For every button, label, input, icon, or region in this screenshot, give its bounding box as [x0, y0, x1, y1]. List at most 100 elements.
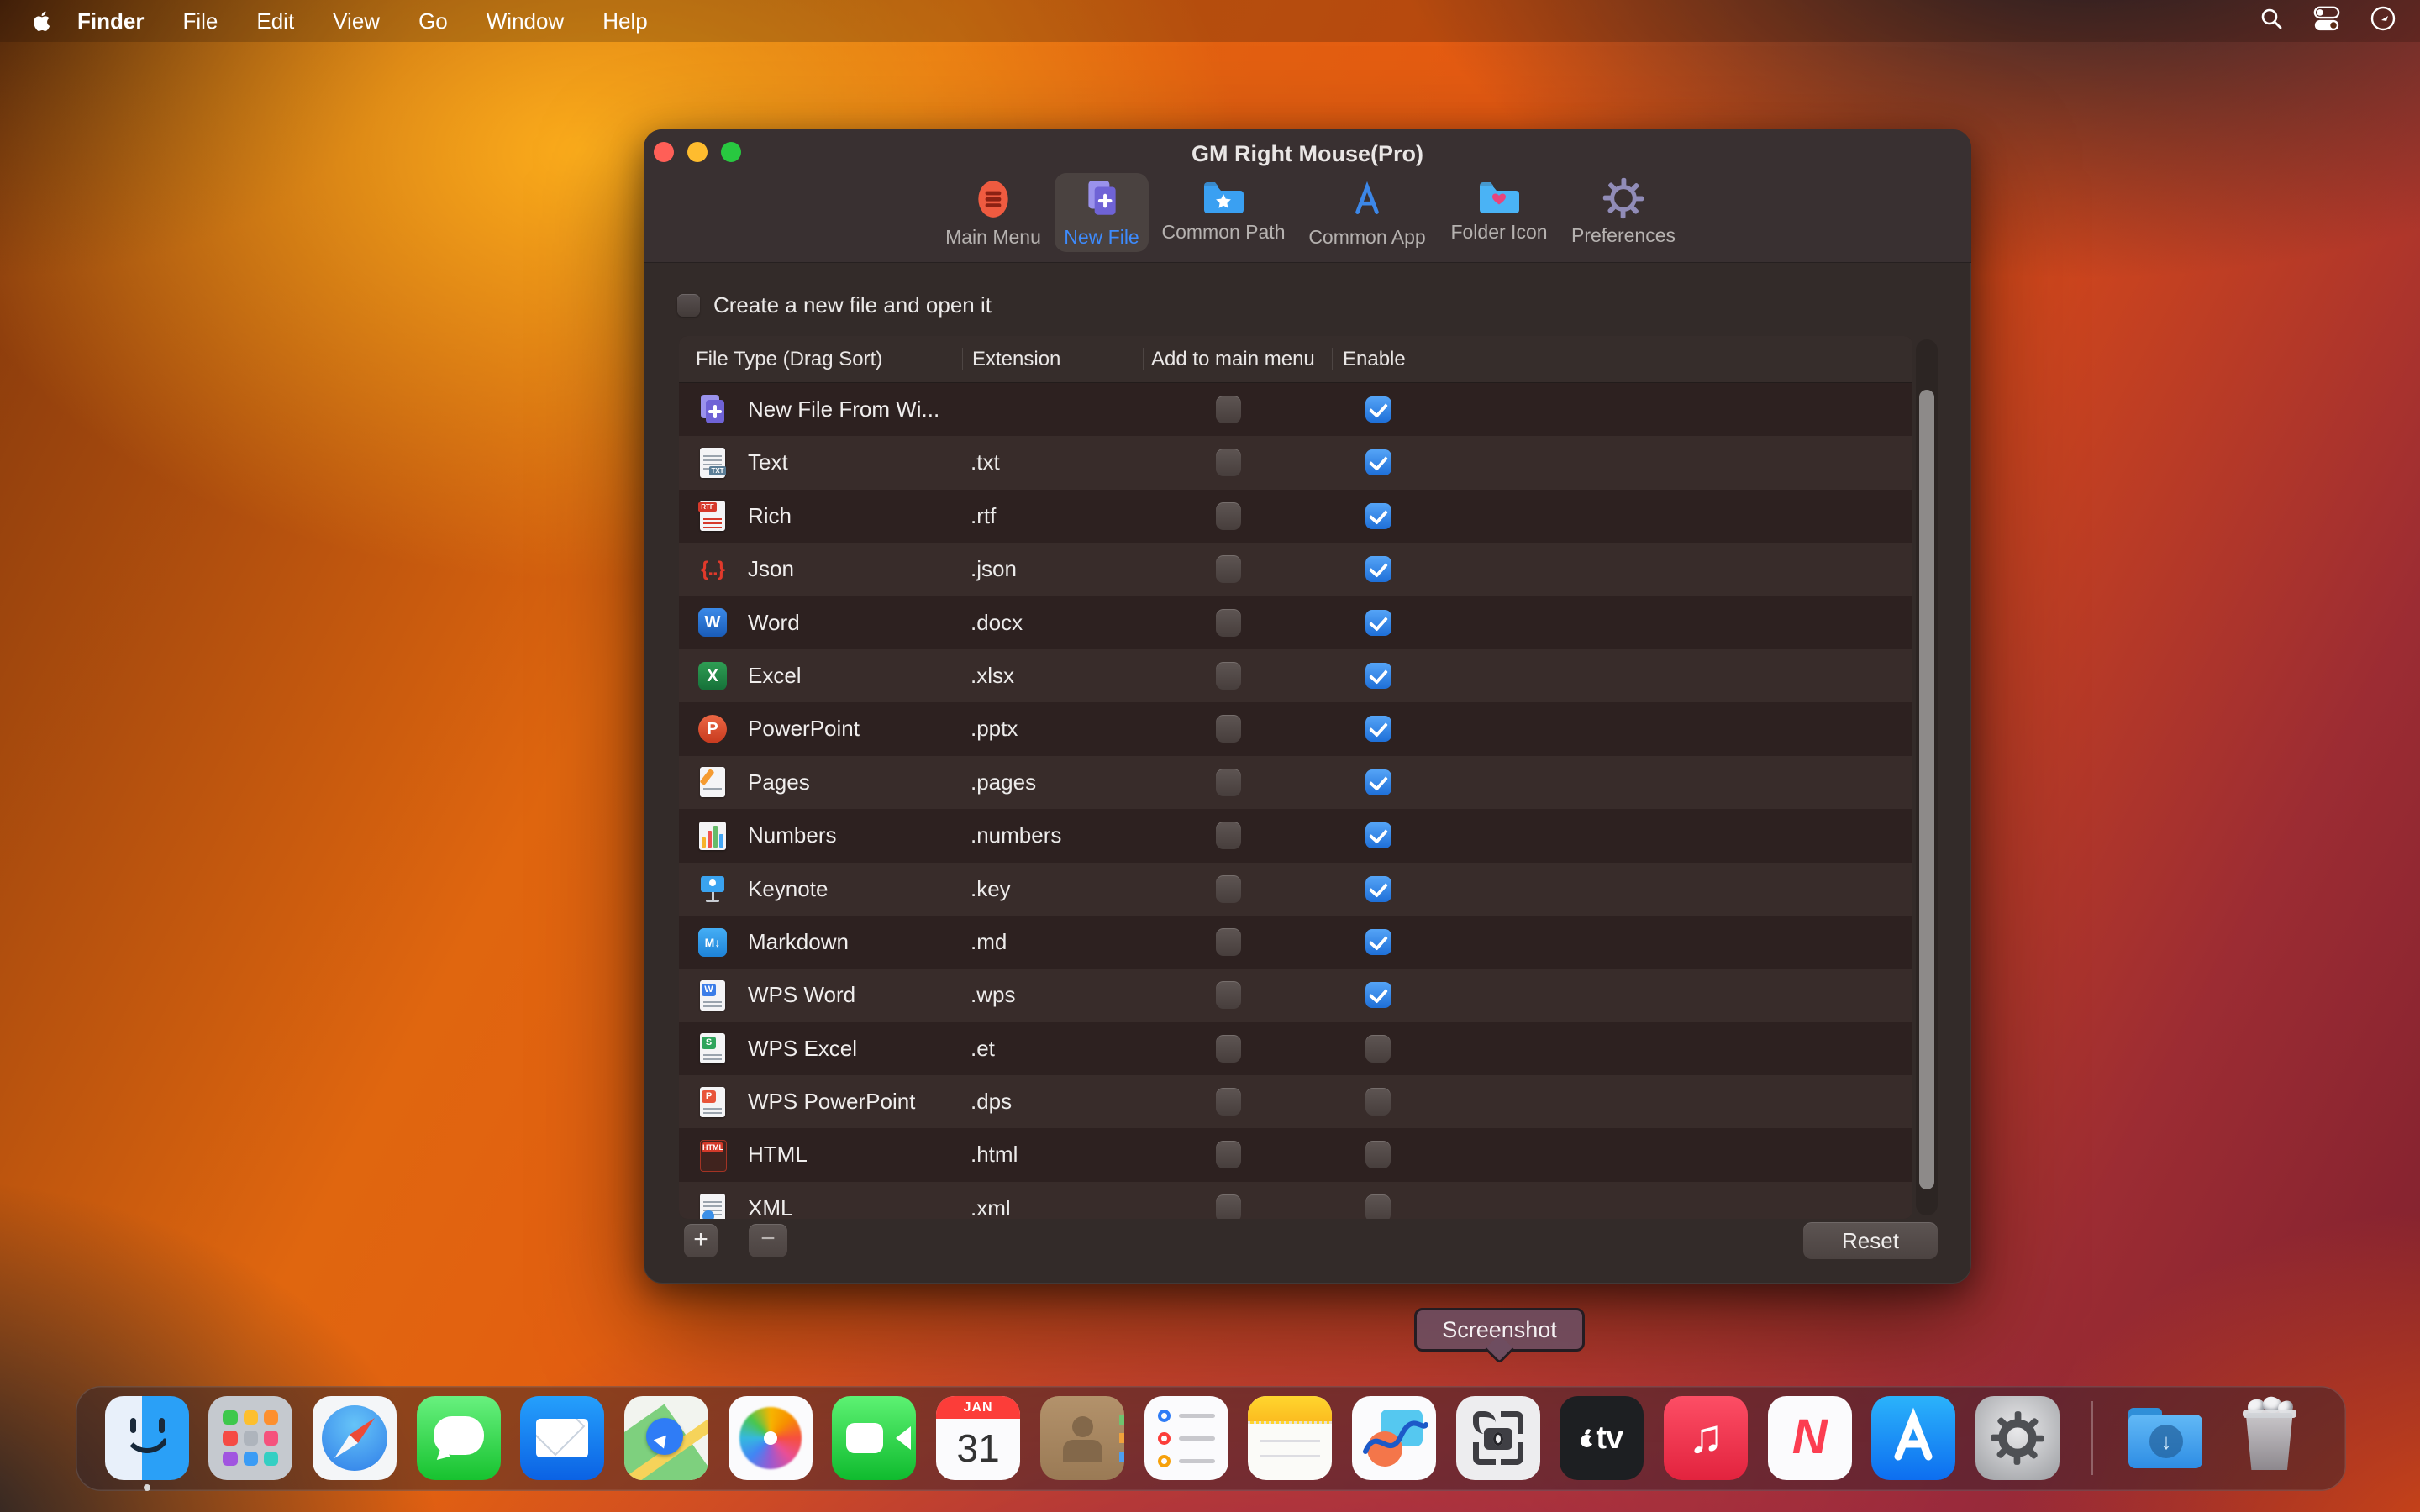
dock-calendar-icon[interactable]: JAN31 — [936, 1396, 1020, 1480]
add-to-main-menu-checkbox[interactable] — [1216, 1035, 1241, 1063]
main-menu-icon — [971, 210, 1015, 224]
menu-item-view[interactable]: View — [313, 0, 399, 42]
table-row[interactable]: Keynote.key — [679, 863, 1912, 916]
menu-item-go[interactable]: Go — [399, 0, 467, 42]
table-row[interactable]: SWPS Excel.et — [679, 1022, 1912, 1075]
table-row[interactable]: New File From Wi... — [679, 383, 1912, 436]
enable-checkbox[interactable] — [1365, 716, 1392, 742]
dock-music-icon[interactable]: ♫ — [1664, 1396, 1748, 1480]
table-row[interactable]: WWPS Word.wps — [679, 969, 1912, 1021]
enable-checkbox[interactable] — [1365, 1088, 1391, 1116]
table-row[interactable]: M↓Markdown.md — [679, 916, 1912, 969]
table-row[interactable]: PPowerPoint.pptx — [679, 702, 1912, 755]
dock-maps-icon[interactable] — [624, 1396, 708, 1480]
enable-checkbox[interactable] — [1365, 449, 1392, 475]
dock-messages-icon[interactable] — [417, 1396, 501, 1480]
enable-checkbox[interactable] — [1365, 663, 1392, 689]
dock-launchpad-icon[interactable] — [208, 1396, 292, 1480]
menu-item-window[interactable]: Window — [467, 0, 583, 42]
enable-checkbox[interactable] — [1365, 822, 1392, 848]
dock-contacts-icon[interactable] — [1040, 1396, 1124, 1480]
add-to-main-menu-checkbox[interactable] — [1216, 822, 1241, 849]
dock-screenshot-icon[interactable] — [1456, 1396, 1540, 1480]
create-file-checkbox[interactable] — [677, 294, 700, 317]
dock-finder-icon[interactable] — [105, 1396, 189, 1480]
add-to-main-menu-checkbox[interactable] — [1216, 875, 1241, 903]
enable-checkbox[interactable] — [1365, 1035, 1391, 1063]
dock-photos-icon[interactable] — [729, 1396, 813, 1480]
dock-news-icon[interactable]: N — [1768, 1396, 1852, 1480]
table-row[interactable]: TXTText.txt — [679, 436, 1912, 489]
table-row[interactable]: RTFRich.rtf — [679, 490, 1912, 543]
tab-new-file[interactable]: New File — [1034, 173, 1169, 257]
reset-button[interactable]: Reset — [1803, 1222, 1938, 1259]
file-extension: .numbers — [971, 809, 1061, 862]
dock-trash-icon[interactable] — [2228, 1396, 2312, 1480]
table-row[interactable]: {..}Json.json — [679, 543, 1912, 596]
tab-folder-icon[interactable]: Folder Icon — [1432, 173, 1566, 257]
add-to-main-menu-checkbox[interactable] — [1216, 396, 1241, 423]
enable-checkbox[interactable] — [1365, 876, 1392, 902]
add-to-main-menu-checkbox[interactable] — [1216, 715, 1241, 743]
tab-label: New File — [1034, 226, 1169, 249]
enable-checkbox[interactable] — [1365, 1141, 1391, 1168]
menu-item-file[interactable]: File — [163, 0, 237, 42]
dock-facetime-icon[interactable] — [832, 1396, 916, 1480]
enable-checkbox[interactable] — [1365, 1194, 1391, 1219]
dock-downloads-icon[interactable]: ↓ — [2123, 1396, 2207, 1480]
table-row[interactable]: PWPS PowerPoint.dps — [679, 1075, 1912, 1128]
dock-settings-icon[interactable] — [1975, 1396, 2060, 1480]
enable-checkbox[interactable] — [1365, 556, 1392, 582]
tab-preferences[interactable]: Preferences — [1556, 173, 1691, 257]
dock-safari-icon[interactable] — [313, 1396, 397, 1480]
menu-item-edit[interactable]: Edit — [237, 0, 313, 42]
add-to-main-menu-checkbox[interactable] — [1216, 449, 1241, 476]
add-to-main-menu-checkbox[interactable] — [1216, 662, 1241, 690]
add-to-main-menu-checkbox[interactable] — [1216, 769, 1241, 796]
enable-checkbox[interactable] — [1365, 610, 1392, 636]
dock-tv-icon[interactable]: tv — [1560, 1396, 1644, 1480]
table-row[interactable]: Numbers.numbers — [679, 809, 1912, 862]
file-extension: .md — [971, 916, 1007, 969]
folder-icon-icon — [1477, 205, 1521, 219]
enable-checkbox[interactable] — [1365, 929, 1392, 955]
clock-icon[interactable] — [2370, 5, 2396, 38]
table-row[interactable]: HTMLHTML.html — [679, 1128, 1912, 1181]
add-to-main-menu-checkbox[interactable] — [1216, 1194, 1241, 1219]
enable-checkbox[interactable] — [1365, 503, 1392, 529]
add-row-button[interactable]: + — [684, 1224, 718, 1257]
file-extension: .dps — [971, 1075, 1012, 1128]
tab-common-app[interactable]: Common App — [1300, 173, 1434, 257]
enable-checkbox[interactable] — [1365, 982, 1392, 1008]
dock-notes-icon[interactable] — [1248, 1396, 1332, 1480]
dock-freeform-icon[interactable] — [1352, 1396, 1436, 1480]
add-to-main-menu-checkbox[interactable] — [1216, 502, 1241, 530]
table-row[interactable]: Pages.pages — [679, 756, 1912, 809]
dock-mail-icon[interactable] — [520, 1396, 604, 1480]
tab-common-path[interactable]: Common Path — [1156, 173, 1291, 257]
add-to-main-menu-checkbox[interactable] — [1216, 1088, 1241, 1116]
enable-checkbox[interactable] — [1365, 396, 1392, 423]
add-to-main-menu-checkbox[interactable] — [1216, 928, 1241, 956]
add-to-main-menu-checkbox[interactable] — [1216, 1141, 1241, 1168]
remove-row-button[interactable]: − — [749, 1224, 787, 1257]
table-row[interactable]: XExcel.xlsx — [679, 649, 1912, 702]
add-to-main-menu-checkbox[interactable] — [1216, 609, 1241, 637]
enable-checkbox[interactable] — [1365, 769, 1392, 795]
file-type-name: New File From Wi... — [748, 383, 939, 436]
search-icon[interactable] — [2259, 6, 2284, 37]
file-extension: .wps — [971, 969, 1015, 1021]
column-separator — [1143, 348, 1144, 370]
menu-item-help[interactable]: Help — [583, 0, 666, 42]
apple-menu-icon[interactable] — [34, 11, 51, 32]
add-to-main-menu-checkbox[interactable] — [1216, 981, 1241, 1009]
table-row[interactable]: WWord.docx — [679, 596, 1912, 649]
add-to-main-menu-checkbox[interactable] — [1216, 555, 1241, 583]
dock-reminders-icon[interactable] — [1144, 1396, 1228, 1480]
table-row[interactable]: XML.xml — [679, 1182, 1912, 1219]
menu-item-finder[interactable]: Finder — [58, 0, 163, 42]
control-center-icon[interactable] — [2312, 4, 2341, 39]
dock-app-store-icon[interactable] — [1871, 1396, 1955, 1480]
scrollbar-thumb[interactable] — [1919, 390, 1934, 1189]
common-path-icon — [1202, 205, 1245, 219]
